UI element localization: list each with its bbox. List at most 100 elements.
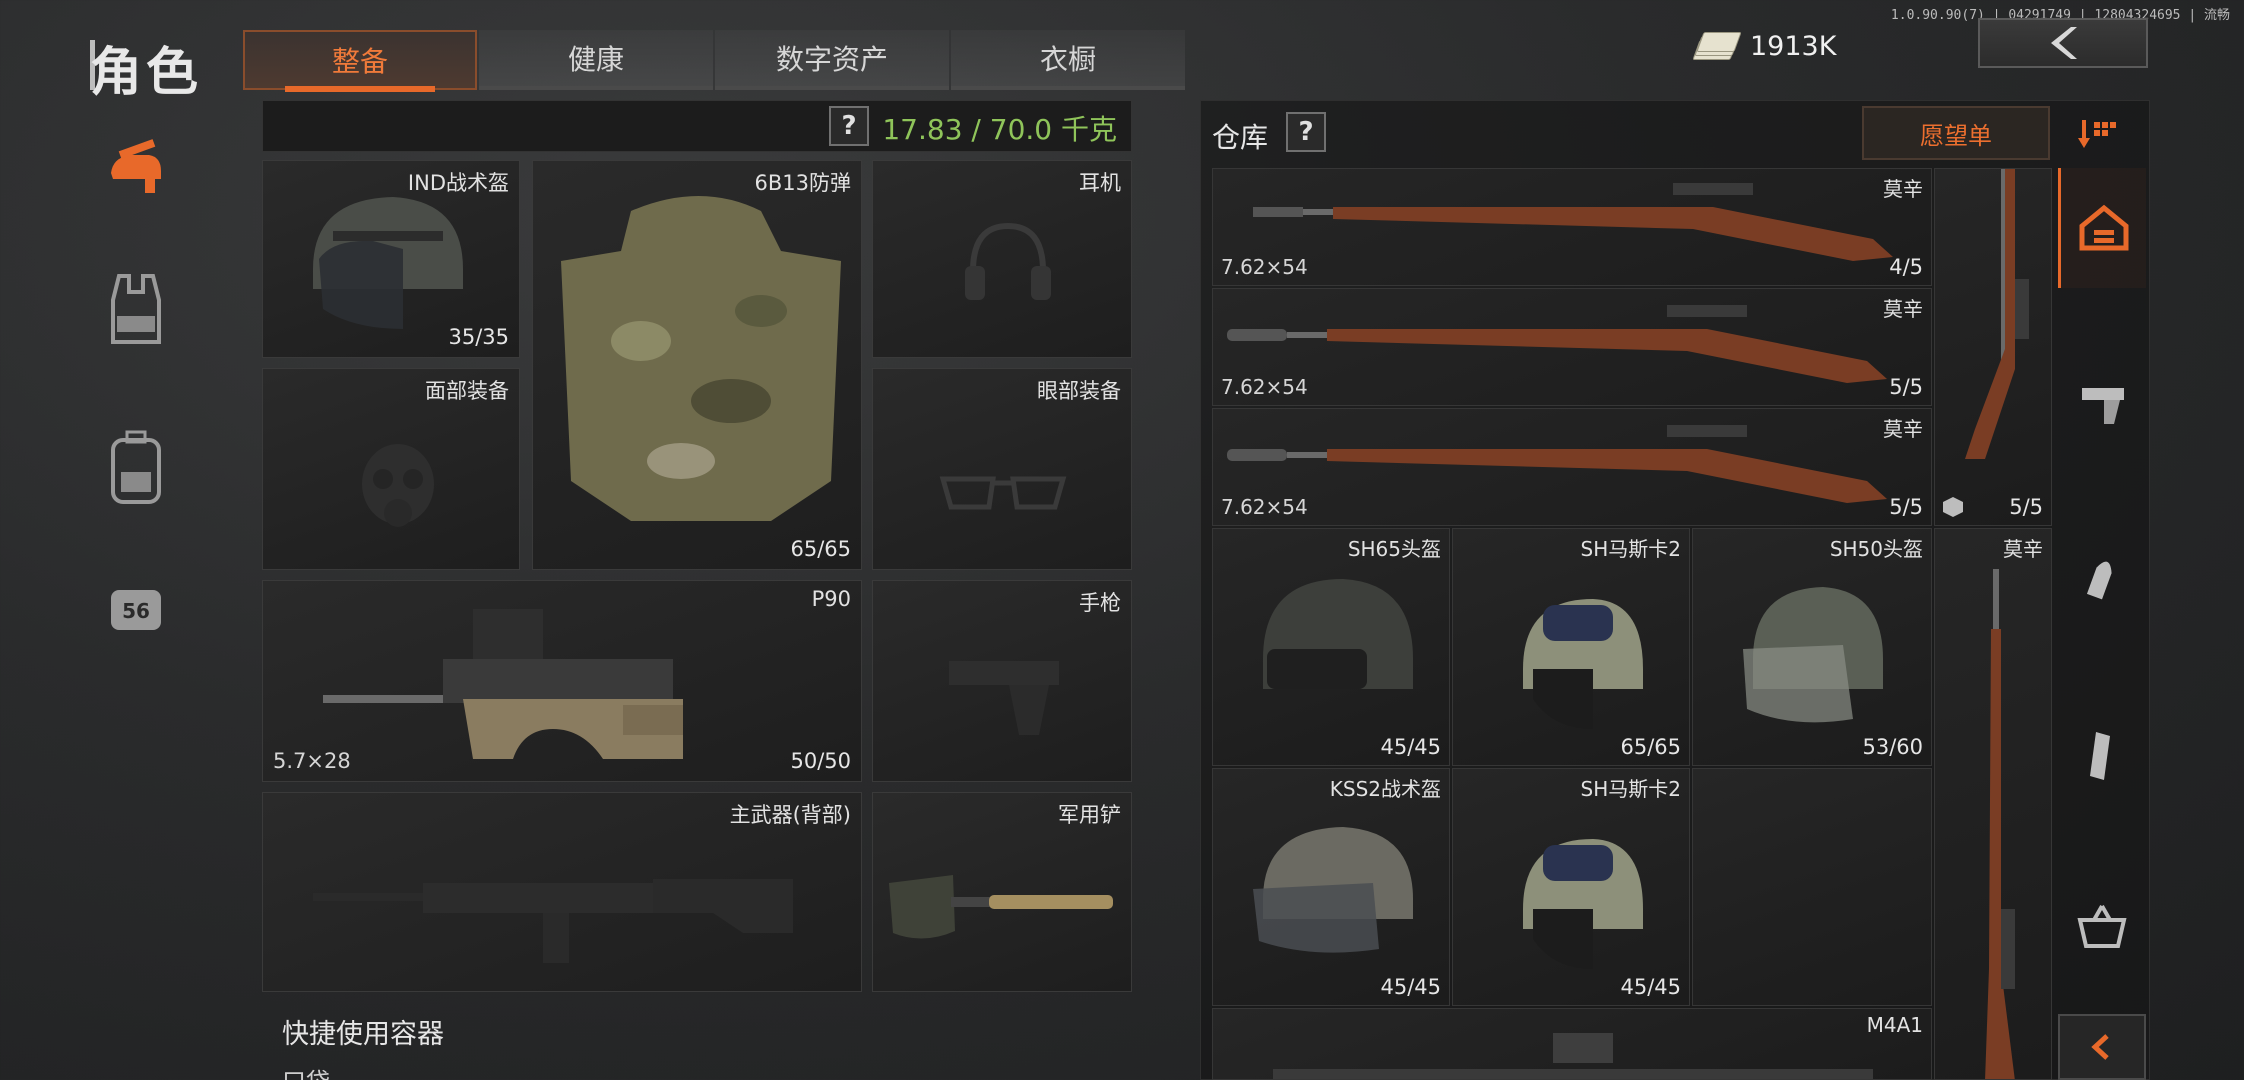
slot-melee-label: 军用铲 [1058, 803, 1121, 827]
sort-button[interactable] [2076, 116, 2126, 152]
slot-eyewear-label: 眼部装备 [1037, 379, 1121, 403]
mosin-rifle-icon [1253, 183, 1893, 261]
mosin-rifle-vertical-icon [1965, 169, 2029, 459]
pouch-icon: 56 [111, 590, 161, 630]
category-ammo[interactable] [2058, 516, 2146, 636]
sidebar-item-pouch[interactable]: 56 [96, 570, 176, 650]
slot-primary-count: 50/50 [790, 749, 851, 773]
warehouse-item-count: 45/45 [1380, 735, 1441, 759]
pistol-icon [949, 661, 1059, 735]
warehouse-item-ammo: 7.62×54 [1221, 495, 1308, 519]
cash-icon [1692, 30, 1742, 62]
vest-icon [111, 274, 161, 344]
tab-wardrobe[interactable]: 衣橱 [951, 30, 1185, 90]
chevron-left-icon [2091, 1034, 2109, 1060]
slot-face[interactable]: 面部装备 [262, 368, 520, 570]
basket-icon [2077, 905, 2127, 948]
slot-secondary-label: 主武器(背部) [729, 803, 851, 827]
warehouse-item-name: SH50头盔 [1829, 537, 1923, 561]
svg-text:56: 56 [122, 599, 150, 623]
slot-pistol[interactable]: 手枪 [872, 580, 1132, 782]
helmet-icon [1523, 599, 1643, 729]
gas-mask-icon [362, 444, 434, 527]
slot-armor[interactable]: 6B13防弹 65/65 [532, 160, 862, 570]
warehouse-item[interactable]: 莫辛 5/5 [1934, 168, 2052, 526]
slot-melee[interactable]: 军用铲 [872, 792, 1132, 992]
collapse-button[interactable] [2058, 1014, 2146, 1080]
tab-digital-assets[interactable]: 数字资产 [715, 30, 949, 90]
slot-headset-label: 耳机 [1079, 171, 1121, 195]
warehouse-item-ammo: 7.62×54 [1221, 375, 1308, 399]
shovel-icon [889, 875, 1113, 939]
p90-gun-icon [323, 609, 683, 759]
warehouse-item-count: 5/5 [1889, 375, 1923, 399]
warehouse-item-count: 5/5 [1889, 495, 1923, 519]
helmet-icon [1263, 579, 1413, 689]
warehouse-item-name: 莫辛 [1883, 177, 1923, 201]
warehouse-item-count: 5/5 [2009, 495, 2043, 519]
warehouse-item[interactable]: 莫辛 [1934, 528, 2052, 1080]
warehouse-empty-cell[interactable] [1692, 768, 1932, 1006]
slot-secondary-weapon[interactable]: 主武器(背部) [262, 792, 862, 992]
warehouse-help-button[interactable]: ? [1286, 112, 1326, 152]
weight-value: 17.83 / 70.0 千克 [882, 113, 1117, 146]
tab-equip[interactable]: 整备 [243, 30, 477, 92]
sidebar-item-vest[interactable] [96, 270, 176, 350]
warehouse-item[interactable]: KSS2战术盔 45/45 [1212, 768, 1450, 1006]
currency-display: 1913K [1692, 26, 1836, 66]
wishlist-button[interactable]: 愿望单 [1862, 106, 2050, 160]
m4a1-rifle-icon [1273, 1033, 1873, 1079]
slot-headset[interactable]: 耳机 [872, 160, 1132, 358]
warehouse-item-count: 4/5 [1889, 255, 1923, 279]
gun-helmet-icon [111, 139, 161, 193]
quick-container-pocket[interactable]: 口袋 [282, 1062, 330, 1080]
mosin-rifle-icon [1227, 425, 1887, 503]
sidebar-item-backpack[interactable] [96, 428, 176, 508]
warehouse-item-name: 莫辛 [2003, 537, 2043, 561]
slot-primary-ammo: 5.7×28 [273, 749, 351, 773]
chevron-left-icon [2051, 27, 2077, 59]
warehouse-item-name: SH马斯卡2 [1580, 777, 1681, 801]
warehouse-item-count: 45/45 [1620, 975, 1681, 999]
tab-health[interactable]: 健康 [479, 30, 713, 90]
slot-primary-label: P90 [811, 587, 851, 611]
warehouse-item[interactable]: SH65头盔 45/45 [1212, 528, 1450, 766]
warehouse-item[interactable]: 莫辛 7.62×54 4/5 [1212, 168, 1932, 286]
mosin-rifle-vertical-icon [1985, 569, 2015, 1079]
slot-armor-label: 6B13防弹 [754, 171, 852, 195]
warehouse-item[interactable]: 莫辛 7.62×54 5/5 [1212, 288, 1932, 406]
slot-pistol-label: 手枪 [1079, 591, 1121, 615]
category-pistols[interactable] [2058, 342, 2146, 462]
home-icon [2079, 204, 2128, 251]
helmet-icon [1253, 827, 1413, 953]
weight-bar: ? 17.83 / 70.0 千克 [262, 100, 1132, 152]
warehouse-item[interactable]: SH马斯卡2 65/65 [1452, 528, 1690, 766]
slot-primary-weapon[interactable]: P90 5.7×28 50/50 [262, 580, 862, 782]
backpack-icon [111, 430, 161, 504]
weight-help-button[interactable]: ? [829, 106, 869, 146]
ammo-icon [2086, 561, 2112, 600]
warehouse-item-count: 45/45 [1380, 975, 1441, 999]
back-button[interactable] [1978, 18, 2148, 68]
main-tabs: 整备 健康 数字资产 衣橱 [243, 30, 1187, 92]
helmet-icon [313, 197, 463, 329]
slot-eyewear[interactable]: 眼部装备 [872, 368, 1132, 570]
category-shop[interactable] [2058, 866, 2146, 986]
warehouse-item[interactable]: M4A1 [1212, 1008, 1932, 1080]
glasses-icon [939, 476, 1067, 510]
warehouse-item[interactable]: 莫辛 7.62×54 5/5 [1212, 408, 1932, 526]
warehouse-item-count: 53/60 [1862, 735, 1923, 759]
slot-helmet[interactable]: IND战术盔 35/35 [262, 160, 520, 358]
slot-helmet-label: IND战术盔 [407, 171, 509, 195]
warehouse-item[interactable]: SH马斯卡2 45/45 [1452, 768, 1690, 1006]
rifle-silhouette-icon [313, 879, 793, 963]
warehouse-item-name: M4A1 [1866, 1013, 1923, 1037]
category-home[interactable] [2058, 168, 2146, 288]
warehouse-item-name: SH65头盔 [1347, 537, 1441, 561]
warehouse-item[interactable]: SH50头盔 53/60 [1692, 528, 1932, 766]
warehouse-item-name: 莫辛 [1883, 417, 1923, 441]
sidebar-item-weapons[interactable] [96, 128, 176, 208]
sort-icon [2078, 120, 2116, 148]
page-title: 角色 [90, 43, 203, 103]
category-magazines[interactable] [2058, 696, 2146, 816]
